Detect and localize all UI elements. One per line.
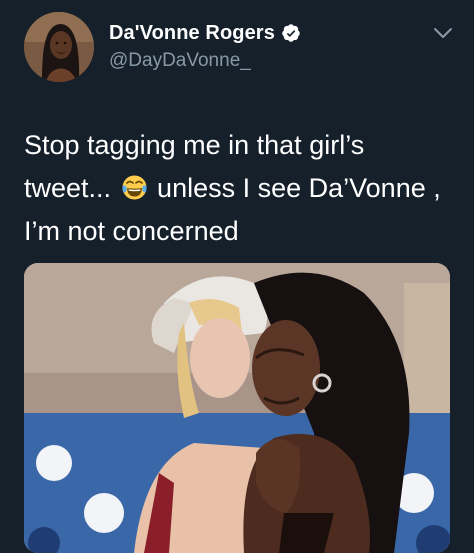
animated-gif-image (24, 263, 450, 553)
face-with-tears-of-joy-icon (121, 175, 147, 200)
tweet-media[interactable] (24, 263, 450, 553)
avatar-image (24, 12, 94, 82)
tweet-text: Stop tagging me in that girl’s tweet... … (24, 124, 454, 253)
handle[interactable]: @DayDaVonne_ (109, 50, 301, 72)
author-block: Da'Vonne Rogers @DayDaVonne_ (109, 20, 301, 72)
avatar[interactable] (24, 12, 94, 82)
display-name-row: Da'Vonne Rogers (109, 20, 301, 46)
chevron-down-icon[interactable] (432, 26, 454, 40)
tweet: Da'Vonne Rogers @DayDaVonne_ Stop taggin… (0, 0, 474, 553)
verified-badge-icon (282, 24, 300, 42)
display-name[interactable]: Da'Vonne Rogers (109, 22, 275, 45)
